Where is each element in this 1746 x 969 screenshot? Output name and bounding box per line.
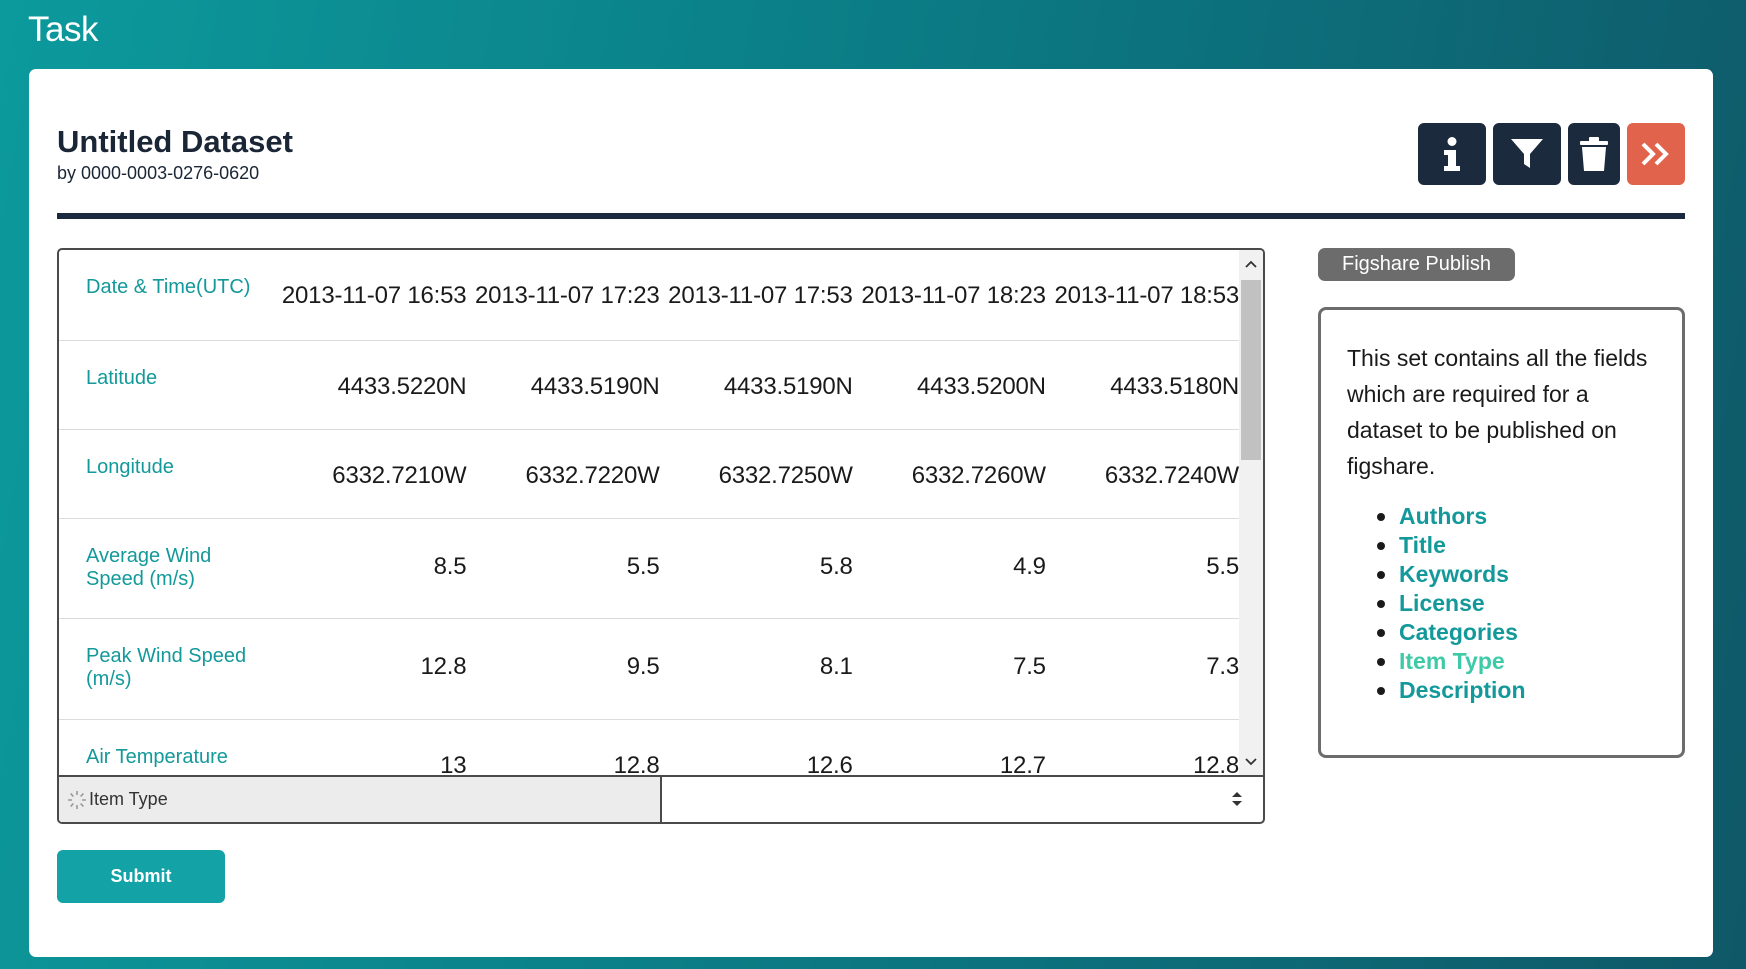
table-cell: 6332.7260W bbox=[852, 429, 1046, 519]
data-table-scroll-area[interactable]: Date & Time(UTC) 2013-11-07 16:53 2013-1… bbox=[59, 250, 1263, 775]
field-link-title[interactable]: Title bbox=[1399, 532, 1446, 558]
table-row: Latitude 4433.5220N 4433.5190N 4433.5190… bbox=[59, 340, 1239, 430]
list-item: Categories bbox=[1377, 618, 1656, 647]
list-item: Authors bbox=[1377, 502, 1656, 531]
table-cell: 5.5 bbox=[466, 518, 660, 619]
data-table: Date & Time(UTC) 2013-11-07 16:53 2013-1… bbox=[59, 250, 1239, 775]
table-cell: 9.5 bbox=[466, 618, 660, 720]
table-cell: 5.5 bbox=[1045, 518, 1239, 619]
trash-icon bbox=[1580, 137, 1608, 171]
table-cell: 2013-11-07 17:53 bbox=[659, 250, 853, 341]
table-cell: 8.5 bbox=[273, 518, 467, 619]
field-link-item-type[interactable]: Item Type bbox=[1399, 648, 1505, 674]
field-link-authors[interactable]: Authors bbox=[1399, 503, 1487, 529]
dataset-author: by 0000-0003-0276-0620 bbox=[57, 163, 260, 183]
field-link-license[interactable]: License bbox=[1399, 590, 1485, 616]
figshare-description: This set contains all the fields which a… bbox=[1347, 345, 1648, 479]
filter-button[interactable] bbox=[1493, 123, 1561, 185]
item-type-label: Item Type bbox=[89, 789, 168, 809]
required-fields-list: Authors Title Keywords License Categorie… bbox=[1347, 502, 1656, 705]
table-cell: 12.7 bbox=[852, 719, 1046, 775]
table-cell: 12.8 bbox=[1045, 719, 1239, 775]
table-scrollbar[interactable] bbox=[1239, 250, 1263, 775]
figshare-publish-badge: Figshare Publish bbox=[1318, 248, 1515, 281]
table-cell: 8.1 bbox=[659, 618, 853, 720]
scroll-up-arrow-icon[interactable] bbox=[1239, 252, 1263, 276]
app-title: Task bbox=[28, 10, 98, 49]
header-divider bbox=[57, 213, 1685, 219]
list-item: License bbox=[1377, 589, 1656, 618]
info-icon bbox=[1444, 137, 1460, 171]
table-cell: 6332.7240W bbox=[1045, 429, 1239, 519]
list-item: Title bbox=[1377, 531, 1656, 560]
field-link-categories[interactable]: Categories bbox=[1399, 619, 1518, 645]
table-cell: 4433.5190N bbox=[659, 340, 853, 430]
table-cell: 13 bbox=[273, 719, 467, 775]
row-label: Date & Time(UTC) bbox=[59, 250, 274, 341]
table-cell: 2013-11-07 18:23 bbox=[852, 250, 1046, 341]
row-label: Peak Wind Speed (m/s) bbox=[59, 618, 274, 720]
table-cell: 12.8 bbox=[273, 618, 467, 720]
table-cell: 7.5 bbox=[852, 618, 1046, 720]
row-label: Longitude bbox=[59, 429, 274, 519]
table-cell: 6332.7210W bbox=[273, 429, 467, 519]
table-row: Peak Wind Speed (m/s) 12.8 9.5 8.1 7.5 7… bbox=[59, 618, 1239, 720]
table-cell: 4433.5190N bbox=[466, 340, 660, 430]
figshare-info-box: This set contains all the fields which a… bbox=[1318, 307, 1685, 758]
double-chevron-right-icon bbox=[1641, 142, 1669, 166]
row-label: Air Temperature bbox=[59, 719, 274, 775]
table-cell: 12.8 bbox=[466, 719, 660, 775]
field-link-keywords[interactable]: Keywords bbox=[1399, 561, 1509, 587]
table-cell: 12.6 bbox=[659, 719, 853, 775]
row-label: Average Wind Speed (m/s) bbox=[59, 518, 274, 619]
table-row: Longitude 6332.7210W 6332.7220W 6332.725… bbox=[59, 429, 1239, 519]
table-cell: 2013-11-07 17:23 bbox=[466, 250, 660, 341]
table-cell: 6332.7220W bbox=[466, 429, 660, 519]
spinner-icon bbox=[68, 790, 86, 809]
table-cell: 2013-11-07 16:53 bbox=[273, 250, 467, 341]
scroll-down-arrow-icon[interactable] bbox=[1239, 750, 1263, 774]
delete-button[interactable] bbox=[1568, 123, 1620, 185]
table-row: Date & Time(UTC) 2013-11-07 16:53 2013-1… bbox=[59, 250, 1239, 341]
row-label: Latitude bbox=[59, 340, 274, 430]
field-link-description[interactable]: Description bbox=[1399, 677, 1526, 703]
table-cell: 4433.5180N bbox=[1045, 340, 1239, 430]
table-cell: 5.8 bbox=[659, 518, 853, 619]
item-type-row: Item Type bbox=[59, 775, 1263, 822]
dataset-title: Untitled Dataset bbox=[57, 124, 293, 159]
table-cell: 4.9 bbox=[852, 518, 1046, 619]
table-cell: 4433.5220N bbox=[273, 340, 467, 430]
filter-icon bbox=[1511, 139, 1543, 168]
table-row: Average Wind Speed (m/s) 8.5 5.5 5.8 4.9… bbox=[59, 518, 1239, 619]
table-cell: 2013-11-07 18:53 bbox=[1045, 250, 1239, 341]
list-item: Keywords bbox=[1377, 560, 1656, 589]
table-cell: 6332.7250W bbox=[659, 429, 853, 519]
submit-button[interactable]: Submit bbox=[57, 850, 225, 903]
dataset-card: Untitled Dataset by 0000-0003-0276-0620 bbox=[29, 69, 1713, 957]
item-type-select[interactable] bbox=[662, 777, 1263, 822]
next-button[interactable] bbox=[1627, 123, 1685, 185]
info-button[interactable] bbox=[1418, 123, 1486, 185]
scrollbar-thumb[interactable] bbox=[1241, 280, 1261, 460]
data-table-panel: Date & Time(UTC) 2013-11-07 16:53 2013-1… bbox=[57, 248, 1265, 824]
dataset-toolbar bbox=[1418, 123, 1685, 185]
select-arrows-icon bbox=[1232, 792, 1242, 806]
list-item: Item Type bbox=[1377, 647, 1656, 676]
item-type-label-cell: Item Type bbox=[59, 777, 662, 822]
table-cell: 7.3 bbox=[1045, 618, 1239, 720]
table-cell: 4433.5200N bbox=[852, 340, 1046, 430]
table-row: Air Temperature 13 12.8 12.6 12.7 12.8 bbox=[59, 719, 1239, 775]
list-item: Description bbox=[1377, 676, 1656, 705]
